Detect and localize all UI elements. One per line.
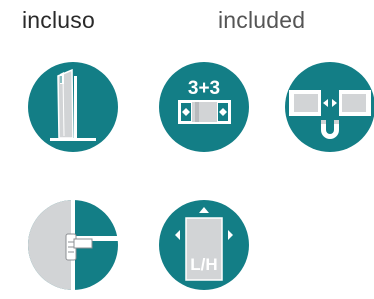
glass-panel-wall-icon (28, 62, 118, 152)
three-plus-three-icon: 3+3 (159, 62, 249, 152)
included-label-italian: incluso (22, 7, 95, 33)
included-label-english: included (218, 7, 306, 33)
left-right-height-adjust-icon: L/H (159, 200, 249, 290)
handle-door-icon (28, 200, 118, 290)
lh-text: L/H (190, 255, 217, 274)
magnetic-closure-icon (285, 62, 374, 152)
three-plus-three-text: 3+3 (188, 78, 220, 99)
